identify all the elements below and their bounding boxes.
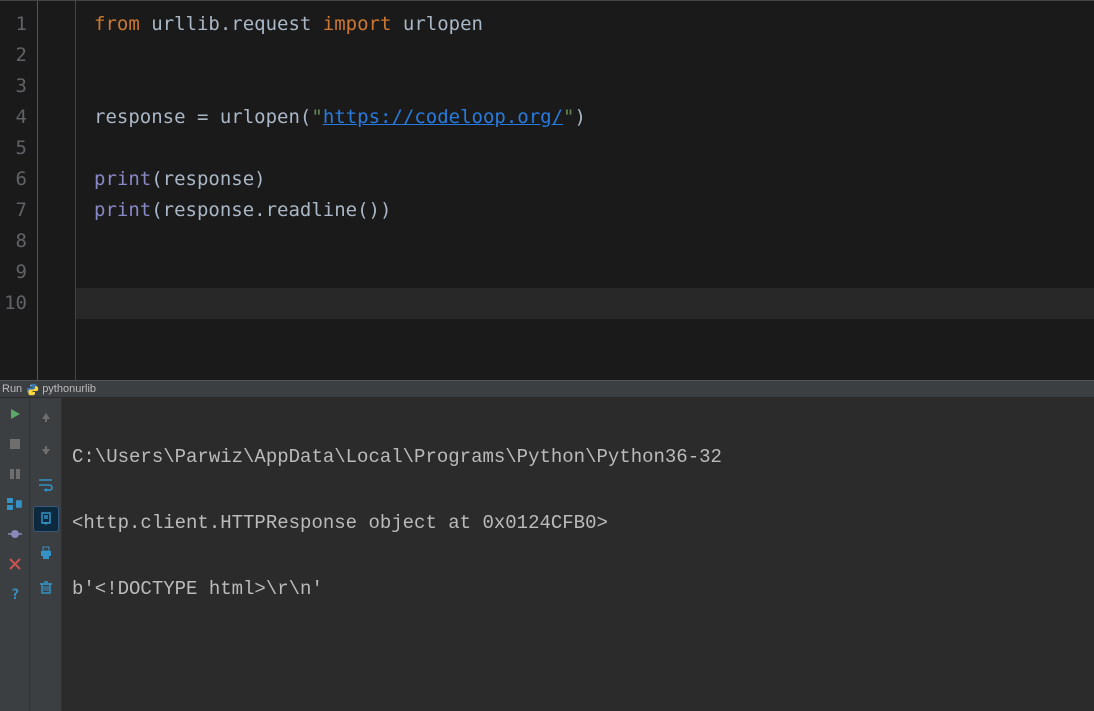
line-number: 10: [0, 288, 27, 319]
scroll-to-end-button[interactable]: [33, 506, 59, 532]
string-quote: ": [563, 106, 574, 128]
builtin-print: print: [94, 199, 151, 221]
current-line-highlight: [76, 288, 1094, 319]
argument: response.readline(): [163, 199, 380, 221]
svg-text:?: ?: [11, 587, 19, 601]
module-name: urllib.request: [140, 13, 323, 35]
run-left-toolbar: ?: [0, 398, 30, 711]
stop-button[interactable]: [5, 434, 25, 454]
line-number: 6: [0, 164, 27, 195]
run-config-name: pythonurlib: [42, 383, 96, 395]
close-button[interactable]: [5, 554, 25, 574]
console-line: C:\Users\Parwiz\AppData\Local\Programs\P…: [72, 446, 1084, 468]
rerun-button[interactable]: [5, 404, 25, 424]
variable: response: [94, 106, 197, 128]
up-button[interactable]: [33, 404, 59, 430]
string-url: https://codeloop.org/: [323, 106, 563, 128]
paren: (: [300, 106, 311, 128]
paren: ): [575, 106, 586, 128]
paren: (: [151, 168, 162, 190]
builtin-print: print: [94, 168, 151, 190]
pause-button[interactable]: [5, 464, 25, 484]
code-editor[interactable]: 1 2 3 4 5 6 7 8 9 10 from urllib.request…: [0, 0, 1094, 380]
console-line: b'<!DOCTYPE html>\r\n': [72, 578, 1084, 600]
line-number: 1: [0, 9, 27, 40]
python-file-icon: [26, 383, 39, 396]
print-button[interactable]: [33, 540, 59, 566]
console-output[interactable]: C:\Users\Parwiz\AppData\Local\Programs\P…: [62, 398, 1094, 711]
import-name: urlopen: [391, 13, 483, 35]
console-line: <http.client.HTTPResponse object at 0x01…: [72, 512, 1084, 534]
run-panel: ? C:\Users\Parwiz\AppData\Local\Programs…: [0, 398, 1094, 711]
line-number-gutter: 1 2 3 4 5 6 7 8 9 10: [0, 1, 38, 380]
operator: =: [197, 106, 208, 128]
clear-all-button[interactable]: [33, 574, 59, 600]
help-button[interactable]: ?: [5, 584, 25, 604]
dump-threads-button[interactable]: [5, 494, 25, 514]
soft-wrap-button[interactable]: [33, 472, 59, 498]
code-content[interactable]: from urllib.request import urlopen respo…: [76, 1, 1094, 380]
function-name: urlopen: [208, 106, 300, 128]
argument: response: [163, 168, 255, 190]
line-number: 5: [0, 133, 27, 164]
run-second-toolbar: [30, 398, 62, 711]
breakpoint-margin[interactable]: [38, 1, 76, 380]
line-number: 8: [0, 226, 27, 257]
line-number: 4: [0, 102, 27, 133]
attach-button[interactable]: [5, 524, 25, 544]
console-line: [72, 644, 1084, 666]
run-panel-header[interactable]: Run pythonurlib: [0, 380, 1094, 398]
run-panel-title: Run: [2, 383, 22, 395]
keyword-import: import: [323, 13, 392, 35]
paren: ): [254, 168, 265, 190]
line-number: 2: [0, 40, 27, 71]
paren: ): [380, 199, 391, 221]
paren: (: [151, 199, 162, 221]
line-number: 7: [0, 195, 27, 226]
line-number: 3: [0, 71, 27, 102]
string-quote: ": [311, 106, 322, 128]
keyword-from: from: [94, 13, 140, 35]
line-number: 9: [0, 257, 27, 288]
down-button[interactable]: [33, 438, 59, 464]
